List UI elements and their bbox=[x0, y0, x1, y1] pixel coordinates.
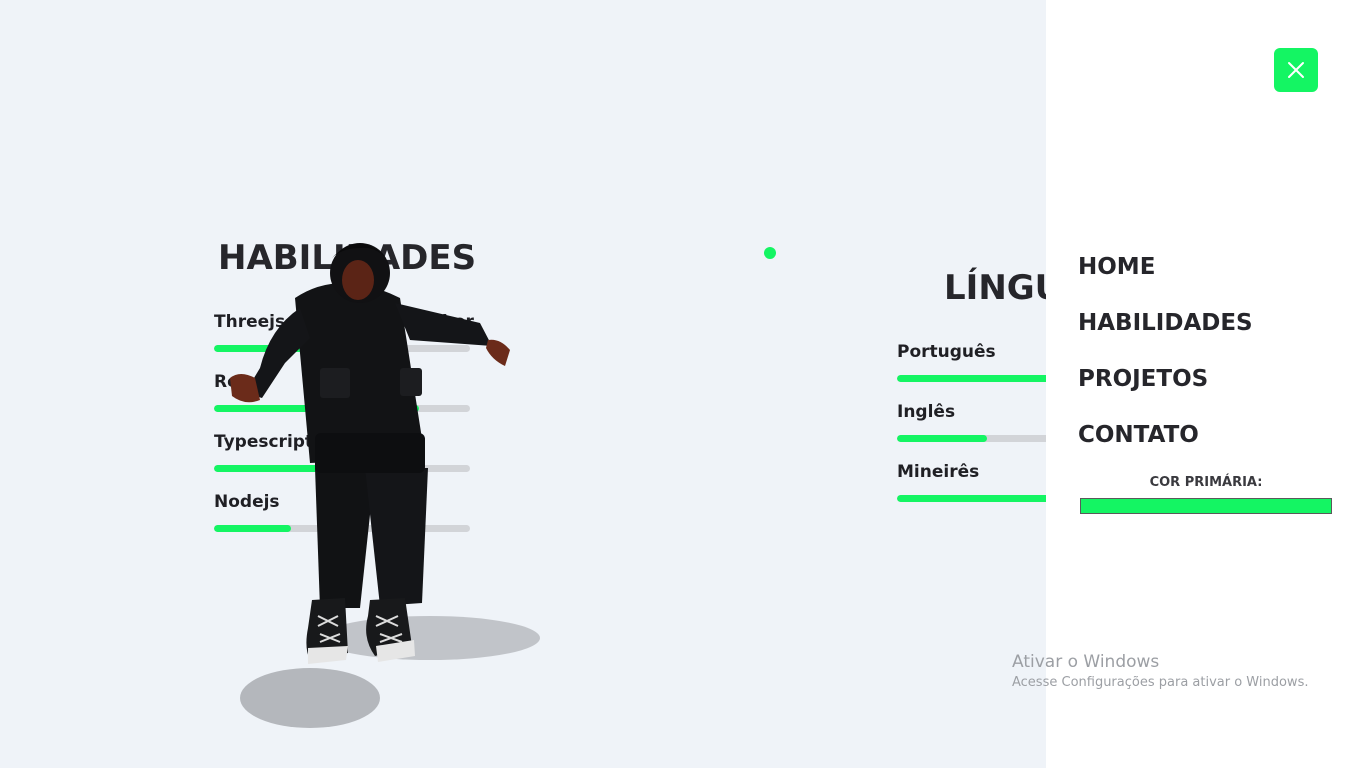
cursor-dot bbox=[764, 247, 776, 259]
skill-label: Typescript bbox=[214, 432, 314, 452]
skill-progress-track bbox=[214, 465, 470, 472]
language-progress-fill bbox=[897, 375, 1046, 382]
language-progress-fill bbox=[897, 495, 1046, 502]
skill-label: React bbox=[214, 372, 269, 392]
language-label: Inglês bbox=[897, 402, 956, 422]
nav-item-home[interactable]: HOME bbox=[1078, 250, 1253, 306]
language-progress-track bbox=[897, 495, 1046, 502]
language-label: Mineirês bbox=[897, 462, 980, 482]
language-item: Mineirês bbox=[897, 461, 1046, 502]
skill-progress-track bbox=[214, 345, 470, 352]
windows-activation-watermark: Ativar o Windows Acesse Configurações pa… bbox=[1012, 651, 1308, 693]
language-item: Português bbox=[897, 341, 1046, 382]
skill-progress-track bbox=[214, 525, 470, 532]
language-progress-fill bbox=[897, 435, 987, 442]
nav-item-projetos[interactable]: PROJETOS bbox=[1078, 362, 1253, 418]
nav-item-habilidades[interactable]: HABILIDADES bbox=[1078, 306, 1253, 362]
language-item: Inglês bbox=[897, 401, 1046, 442]
skill-label: Nodejs bbox=[214, 492, 280, 512]
watermark-title: Ativar o Windows bbox=[1012, 652, 1160, 672]
main-nav: HOME HABILIDADES PROJETOS CONTATO bbox=[1078, 250, 1253, 474]
skill-progress-fill bbox=[214, 405, 419, 412]
skill-item: Threejs / React Three Fiber bbox=[214, 311, 474, 352]
skill-progress-track bbox=[214, 405, 470, 412]
close-icon bbox=[1288, 62, 1304, 78]
avatar-3d-character bbox=[230, 243, 540, 728]
skill-progress-fill bbox=[214, 345, 406, 352]
language-progress-track bbox=[897, 375, 1046, 382]
watermark-subtitle: Acesse Configurações para ativar o Windo… bbox=[1012, 675, 1309, 690]
skill-item: Typescript bbox=[214, 431, 470, 472]
language-label: Português bbox=[897, 342, 996, 362]
close-menu-button[interactable] bbox=[1274, 48, 1318, 92]
skill-progress-fill bbox=[214, 465, 368, 472]
primary-color-picker[interactable] bbox=[1080, 498, 1332, 514]
skill-label: Threejs / React Three Fiber bbox=[214, 312, 474, 332]
skill-progress-fill bbox=[214, 525, 291, 532]
scene-canvas: HABILIDADES Threejs / React Three Fiber … bbox=[0, 0, 1046, 768]
skill-item: Nodejs bbox=[214, 491, 470, 532]
languages-title: LÍNGUAS bbox=[944, 268, 1046, 308]
skills-title: HABILIDADES bbox=[218, 238, 477, 278]
skill-item: React bbox=[214, 371, 470, 412]
primary-color-label: COR PRIMÁRIA: bbox=[1149, 475, 1263, 490]
nav-item-contato[interactable]: CONTATO bbox=[1078, 418, 1253, 474]
language-progress-track bbox=[897, 435, 1046, 442]
